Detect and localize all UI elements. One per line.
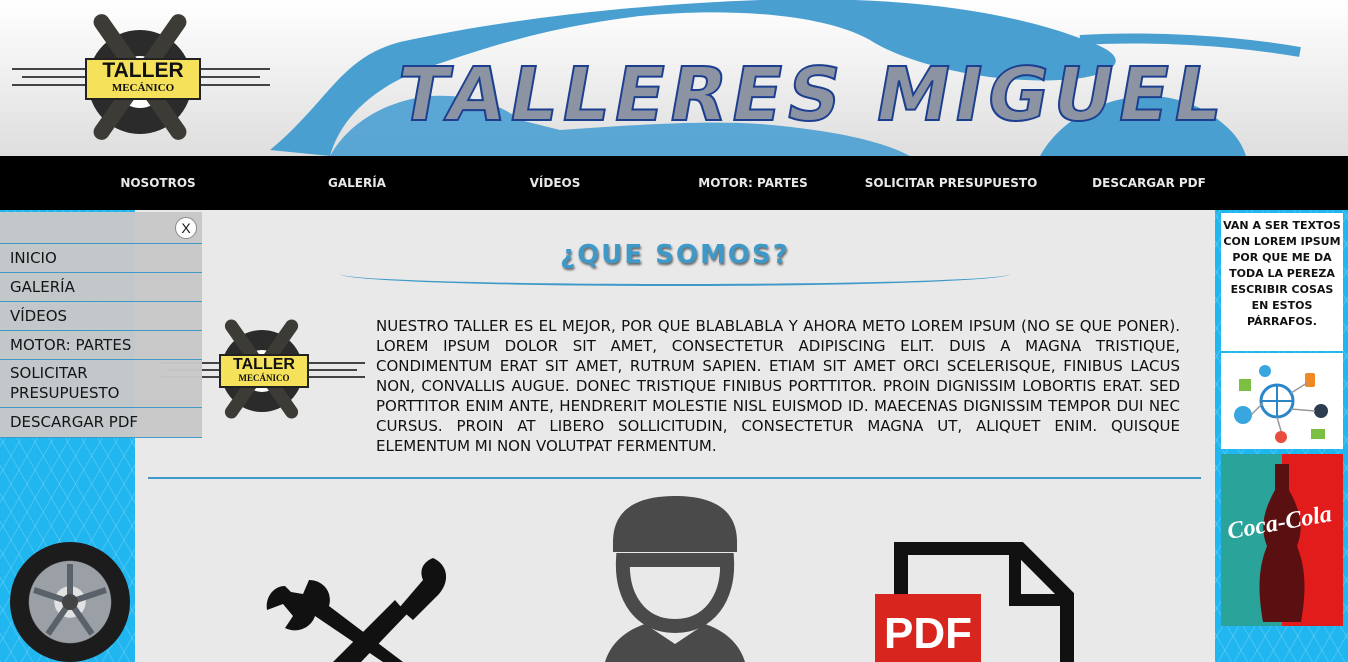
ad-coca-cola-image[interactable]: Coca-Cola	[1221, 454, 1343, 626]
nav-item-descargar-pdf[interactable]: DESCARGAR PDF	[1049, 156, 1249, 210]
ad-text-box: VAN A SER TEXTOS CON LOREM IPSUM POR QUE…	[1221, 213, 1343, 351]
menu-item-solicitar-presupuesto[interactable]: SOLICITAR PRESUPUESTO	[0, 359, 202, 407]
nav-item-motor-partes[interactable]: MOTOR: PARTES	[653, 156, 853, 210]
menu-item-inicio[interactable]: INICIO	[0, 243, 202, 272]
menu-item-galeria[interactable]: GALERÍA	[0, 272, 202, 301]
close-icon[interactable]: X	[175, 217, 197, 239]
tools-icon[interactable]	[263, 550, 453, 662]
logo-plate: TALLER MECÁNICO	[85, 58, 201, 100]
nav-item-videos[interactable]: VÍDEOS	[455, 156, 655, 210]
tire-image	[10, 542, 130, 662]
nav-item-galeria[interactable]: GALERÍA	[257, 156, 457, 210]
main-content: ¿QUE SOMOS? TALLER MECÁNICO NUESTRO TALL…	[135, 210, 1215, 662]
logo-plate: TALLER MECÁNICO	[219, 354, 309, 388]
logo-title: TALLER	[233, 356, 295, 373]
social-network-illustration	[1234, 365, 1328, 443]
header-logo[interactable]: TALLER MECÁNICO	[12, 8, 270, 148]
logo-title: TALLER	[102, 59, 184, 82]
tire-hub	[62, 594, 78, 610]
logo-subtitle: MECÁNICO	[238, 373, 290, 383]
logo-subtitle: MECÁNICO	[111, 82, 175, 94]
site-title: TALLERES MIGUEL	[389, 51, 1234, 139]
pdf-icon[interactable]: PDF	[875, 542, 1075, 662]
about-paragraph: NUESTRO TALLER ES EL MEJOR, POR QUE BLAB…	[376, 317, 1180, 455]
title-underline	[340, 262, 1010, 286]
menu-item-descargar-pdf[interactable]: DESCARGAR PDF	[0, 407, 202, 438]
site-header: TALLER MECÁNICO TALLERES MIGUEL	[0, 0, 1348, 156]
menu-item-videos[interactable]: VÍDEOS	[0, 301, 202, 330]
coke-bottle-icon	[1259, 464, 1305, 622]
side-menu: X INICIO GALERÍA VÍDEOS MOTOR: PARTES SO…	[0, 212, 202, 438]
top-nav: NOSOTROS GALERÍA VÍDEOS MOTOR: PARTES SO…	[0, 156, 1348, 210]
nav-item-solicitar-presupuesto[interactable]: SOLICITAR PRESUPUESTO	[851, 156, 1051, 210]
nav-item-nosotros[interactable]: NOSOTROS	[58, 156, 258, 210]
ad-social-network-image[interactable]	[1221, 353, 1343, 449]
content-divider	[148, 477, 1201, 479]
mechanic-icon[interactable]	[605, 494, 745, 662]
menu-item-motor-partes[interactable]: MOTOR: PARTES	[0, 330, 202, 359]
pdf-icon-label: PDF	[884, 609, 972, 658]
